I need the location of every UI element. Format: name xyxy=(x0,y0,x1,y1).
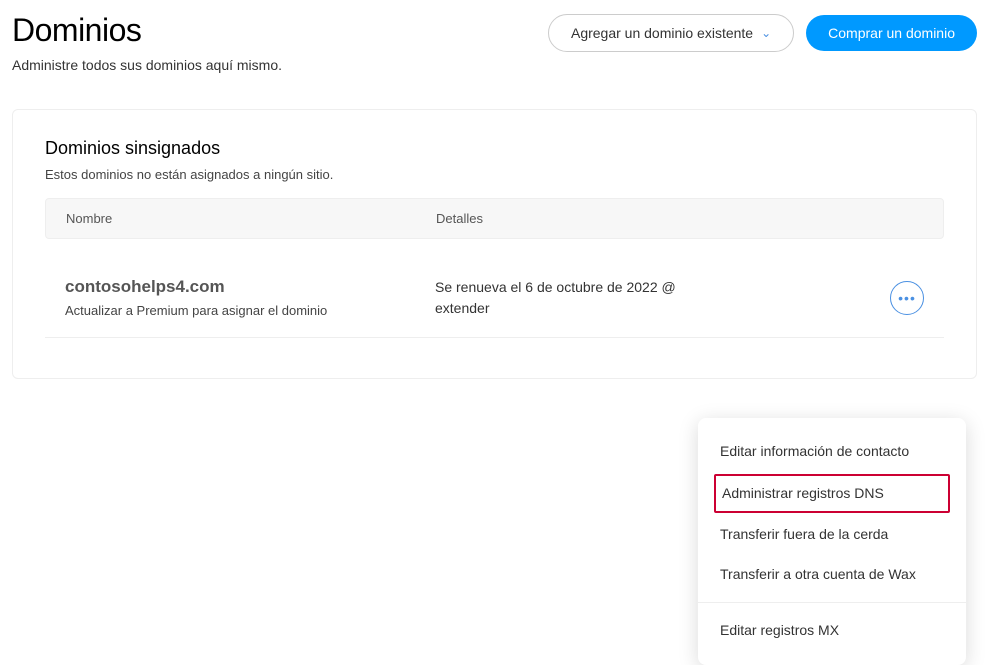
table-header: Nombre Detalles xyxy=(45,198,944,239)
page-header: Dominios Administre todos sus dominios a… xyxy=(12,12,977,73)
menu-item-manage-dns[interactable]: Administrar registros DNS xyxy=(714,474,950,514)
buy-domain-button[interactable]: Comprar un dominio xyxy=(806,15,977,51)
domain-details-line2: extender xyxy=(435,298,924,319)
chevron-down-icon: ⌄ xyxy=(761,26,771,40)
menu-item-edit-mx[interactable]: Editar registros MX xyxy=(698,611,966,651)
unassigned-domains-panel: Dominios sinsignados Estos dominios no e… xyxy=(12,109,977,379)
domain-note: Actualizar a Premium para asignar el dom… xyxy=(65,303,435,318)
page-title: Dominios xyxy=(12,12,548,49)
more-actions-button[interactable]: ••• xyxy=(890,281,924,315)
actions-dropdown-menu: Editar información de contacto Administr… xyxy=(698,418,966,665)
domain-details-line1: Se renueva el 6 de octubre de 2022 @ xyxy=(435,277,924,298)
menu-item-edit-contact[interactable]: Editar información de contacto xyxy=(698,432,966,472)
column-header-name: Nombre xyxy=(66,211,436,226)
page-subtitle: Administre todos sus dominios aquí mismo… xyxy=(12,57,548,73)
panel-subtitle: Estos dominios no están asignados a ning… xyxy=(45,167,944,182)
panel-title: Dominios sinsignados xyxy=(45,138,944,159)
add-existing-domain-button[interactable]: Agregar un dominio existente ⌄ xyxy=(548,14,794,52)
table-row: contosohelps4.com Actualizar a Premium p… xyxy=(45,259,944,338)
ellipsis-icon: ••• xyxy=(898,290,916,306)
menu-item-transfer-account[interactable]: Transferir a otra cuenta de Wax xyxy=(698,555,966,595)
column-header-details: Detalles xyxy=(436,211,923,226)
domain-name: contosohelps4.com xyxy=(65,277,435,297)
menu-item-transfer-out[interactable]: Transferir fuera de la cerda xyxy=(698,515,966,555)
menu-divider xyxy=(698,602,966,603)
add-existing-domain-label: Agregar un dominio existente xyxy=(571,25,753,41)
